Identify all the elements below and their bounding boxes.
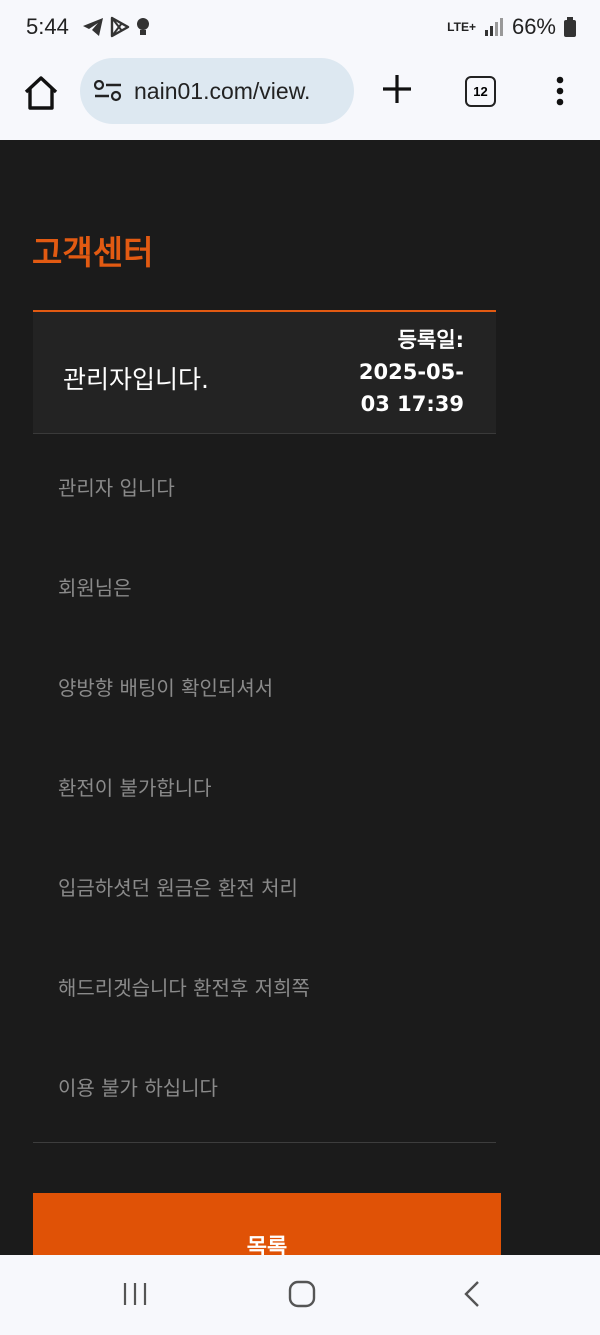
date-label: 등록일: (397, 328, 464, 352)
address-bar[interactable]: nain01.com/view. (80, 58, 354, 124)
recents-icon[interactable] (120, 1279, 150, 1309)
body-line: 이용 불가 하십니다 (58, 1076, 218, 1100)
back-icon[interactable] (460, 1279, 484, 1309)
date-line2: 03 17:39 (360, 392, 464, 416)
post-date: 등록일: 2025-05- 03 17:39 (359, 324, 464, 420)
play-store-icon (110, 16, 130, 38)
battery-icon (564, 17, 576, 37)
list-button-label: 목록 (246, 1235, 288, 1255)
date-line1: 2025-05- (358, 360, 464, 384)
url-text: nain01.com/view. (134, 78, 311, 104)
body-line: 관리자 입니다 (58, 476, 175, 500)
page-content: 고객센터 관리자입니다. 등록일: 2025-05- 03 17:39 관리자 … (0, 140, 600, 1255)
navigation-bar (0, 1255, 600, 1335)
signal-icon (484, 18, 503, 36)
post-title: 관리자입니다. (63, 365, 209, 394)
tabs-icon[interactable]: 12 (465, 76, 496, 107)
more-vert-icon[interactable] (553, 76, 567, 106)
post-body: 관리자 입니다 회원님은 양방향 배팅이 확인되셔서 환전이 불가합니다 입금하… (58, 474, 488, 1174)
network-type: LTE+ (447, 20, 476, 34)
status-time: 5:44 (26, 14, 69, 39)
body-divider (33, 1142, 496, 1143)
body-line: 양방향 배팅이 확인되셔서 (58, 676, 274, 700)
body-line: 입금하셧던 원금은 환전 처리 (58, 876, 298, 900)
page-title: 고객센터 (32, 233, 154, 272)
battery-percent: 66% (511, 14, 556, 39)
browser-toolbar: nain01.com/view. 12 (0, 56, 600, 140)
status-bar: 5:44 LTE+ 66% (0, 0, 600, 56)
body-line: 환전이 불가합니다 (58, 776, 212, 800)
bulb-icon (137, 18, 149, 35)
body-line: 해드리겟습니다 환전후 저희쪽 (58, 976, 310, 1000)
body-line: 회원님은 (58, 576, 132, 600)
telegram-icon (83, 18, 103, 36)
home-circle-icon[interactable] (287, 1279, 317, 1309)
site-info-icon[interactable] (94, 80, 122, 102)
post-header: 관리자입니다. 등록일: 2025-05- 03 17:39 (33, 310, 496, 434)
plus-icon[interactable] (380, 72, 414, 106)
notification-icons (82, 16, 150, 38)
status-right: LTE+ 66% (447, 14, 576, 40)
home-icon[interactable] (22, 74, 60, 112)
list-button[interactable]: 목록 (33, 1193, 501, 1255)
